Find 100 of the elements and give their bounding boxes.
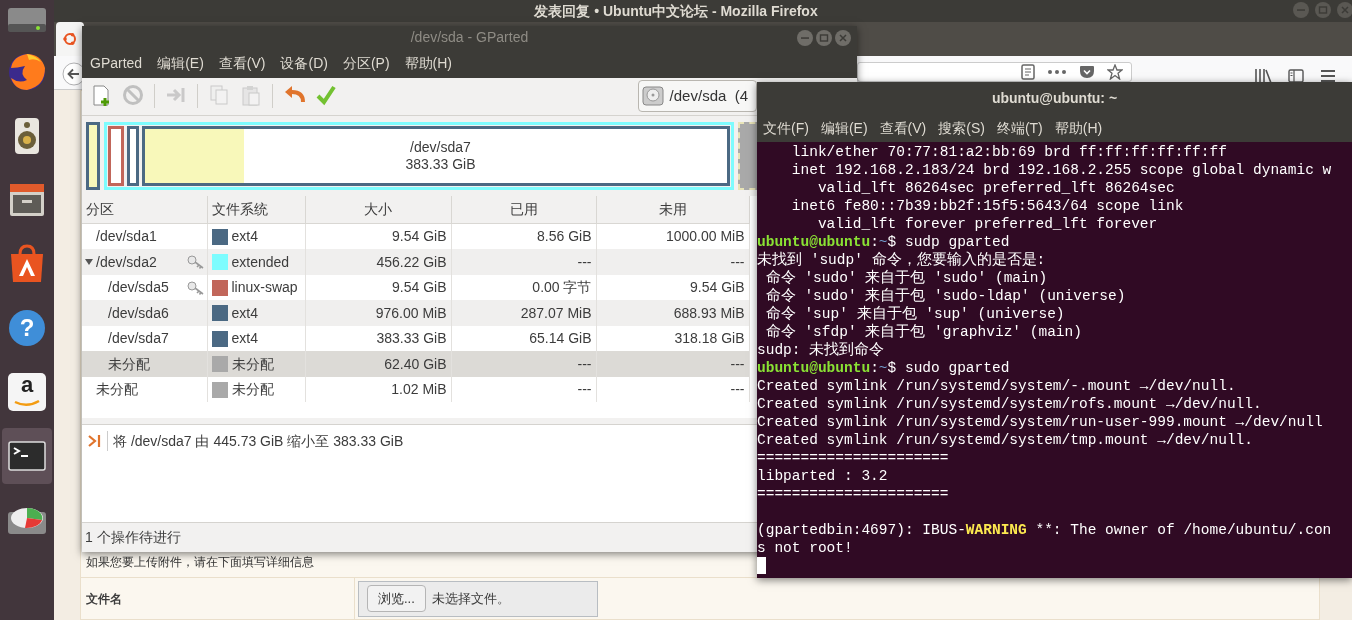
table-cell-text: 未分配 <box>108 354 150 374</box>
table-cell: 287.07 MiB <box>520 304 592 321</box>
text-cursor <box>757 557 766 574</box>
terminal-line: 命令 'sudo' 来自于包 'sudo' (main) <box>764 269 1049 287</box>
menu-item[interactable]: 查看(V) <box>218 52 266 74</box>
partition-block <box>127 125 139 186</box>
terminal-line: ubuntu@ubuntu:~$ sudp gparted <box>757 233 1011 251</box>
terminal-line: Created symlink /run/systemd/system/-.mount →/dev/null. <box>757 377 1237 395</box>
table-cell-text: 未分配 <box>231 354 274 374</box>
terminal-line: 命令 'sudo' 来自于包 'sudo-ldap' (universe) <box>764 287 1127 305</box>
column-header[interactable]: 大小 <box>305 195 451 224</box>
table-cell: --- <box>730 253 745 270</box>
table-cell: 318.18 GiB <box>674 330 745 347</box>
device-selector[interactable]: /dev/sda (4 <box>637 80 757 113</box>
table-cell-text: /dev/sda2 <box>96 252 157 272</box>
table-cell-text: extended <box>231 252 290 272</box>
menu-item[interactable]: 文件(F) <box>763 117 809 139</box>
terminal-line: Created symlink /run/systemd/system/run-user-999.mount →/dev/null <box>757 413 1324 431</box>
table-cell: 0.00 字节 <box>532 279 592 296</box>
terminal-line: (gpartedbin:4697): IBUS-WARNING **: The owner of /home/ubuntu/.con <box>757 521 1333 539</box>
icon-glyph: ? <box>19 316 35 340</box>
table-cell-text: /dev/sda1 <box>96 227 157 247</box>
column-header[interactable]: 文件系统 <box>207 195 305 224</box>
table-cell-text: /dev/sda5 <box>108 278 169 298</box>
icon-glyph: a <box>20 374 34 396</box>
table-cell-text: 未分配 <box>231 380 274 400</box>
terminal-line: 未找到 'sudp' 命令，您要输入的是否是: <box>757 251 1047 269</box>
table-cell-text: ext4 <box>231 303 258 323</box>
column-header[interactable]: 未用 <box>596 195 749 224</box>
table-cell: 1000.00 MiB <box>665 228 745 245</box>
terminal-line: libparted : 3.2 <box>757 467 889 485</box>
table-cell-text: ext4 <box>231 329 258 349</box>
table-cell: 688.93 MiB <box>673 304 745 321</box>
table-cell: --- <box>730 381 745 398</box>
table-row[interactable]: 未分配 未分配 62.40 GiB --- --- <box>82 351 749 377</box>
menu-item[interactable]: 帮助(H) <box>404 52 453 74</box>
menu-item[interactable]: 分区(P) <box>342 52 390 74</box>
terminal-line: ====================== <box>757 449 950 467</box>
arrow-to-bar-icon <box>88 433 102 450</box>
table-row[interactable]: /dev/sda6 ext4 976.00 MiB 287.07 MiB 688.93 MiB <box>82 300 749 326</box>
attachment-hint: 如果您要上传附件，请在下面填写详细信息 <box>86 555 314 569</box>
table-cell: --- <box>577 355 592 372</box>
terminal-line: valid_lft forever preferred_lft forever <box>816 215 1159 233</box>
partition-size: 383.33 GiB <box>405 155 476 173</box>
menu-item[interactable]: 编辑(E) <box>820 117 868 139</box>
table-cell: 976.00 MiB <box>375 304 447 321</box>
table-cell: 9.54 GiB <box>392 228 447 245</box>
table-row[interactable]: /dev/sda2 extended 456.22 GiB --- --- <box>82 249 749 275</box>
terminal-line: ====================== <box>757 485 950 503</box>
operation-text: 将 /dev/sda7 由 445.73 GiB 缩小至 383.33 GiB <box>113 431 404 451</box>
table-cell: 9.54 GiB <box>690 279 745 296</box>
file-status: 未选择文件。 <box>431 589 510 608</box>
reader-view-icon[interactable] <box>1021 64 1035 80</box>
terminal-icon[interactable] <box>2 428 52 484</box>
menu-item[interactable]: 搜索(S) <box>938 117 985 139</box>
partition-block <box>86 121 100 190</box>
sidebar-icon[interactable] <box>1288 68 1304 84</box>
table-cell: 456.22 GiB <box>376 253 447 270</box>
terminal-line: link/ether 70:77:81:a2:bb:69 brd ff:ff:ff:ff:ff:ff <box>790 143 1228 161</box>
table-row[interactable]: 未分配 未分配 1.02 MiB --- --- <box>82 376 749 403</box>
status-text: 1 个操作待进行 <box>85 529 181 545</box>
table-cell-text: 未分配 <box>96 380 138 400</box>
column-header[interactable]: 分区 <box>82 195 207 224</box>
terminal-line: 命令 'sfdp' 来自于包 'graphviz' (main) <box>764 323 1083 341</box>
url-field[interactable] <box>857 62 1132 82</box>
table-cell: 8.56 GiB <box>537 228 592 245</box>
menu-item[interactable]: 终端(T) <box>996 117 1043 139</box>
menu-item[interactable]: 编辑(E) <box>157 52 204 74</box>
window-title: /dev/sda - GParted <box>410 27 529 47</box>
star-icon[interactable] <box>1107 64 1123 80</box>
terminal-line: inet6 fe80::7b39:bb2f:15f5:5643/64 scope link <box>790 197 1185 215</box>
table-cell: 9.54 GiB <box>392 279 447 296</box>
table-cell: 65.14 GiB <box>529 330 592 347</box>
table-cell: 1.02 MiB <box>391 381 447 398</box>
terminal-line: ubuntu@ubuntu:~$ sudo gparted <box>757 359 1011 377</box>
table-cell-text: /dev/sda7 <box>108 329 169 349</box>
menu-item[interactable]: 设备(D) <box>280 52 328 74</box>
table-cell: --- <box>577 381 592 398</box>
more-icon[interactable] <box>1047 69 1067 75</box>
terminal-line: inet 192.168.2.183/24 brd 192.168.2.255 scope global dynamic w <box>790 161 1333 179</box>
menu-item[interactable]: 帮助(H) <box>1054 117 1103 139</box>
partition-block <box>108 125 124 186</box>
terminal-line: s not root! <box>757 539 854 557</box>
pocket-icon[interactable] <box>1079 65 1095 79</box>
table-cell-text: /dev/sda6 <box>108 303 169 323</box>
window-title: ubuntu@ubuntu: ~ <box>991 88 1118 108</box>
table-cell: 62.40 GiB <box>384 355 447 372</box>
circle-of-friends-icon <box>62 31 78 47</box>
table-cell-text: linux-swap <box>231 278 298 298</box>
menu-item[interactable]: 查看(V) <box>879 117 927 139</box>
column-header[interactable]: 已用 <box>451 195 596 224</box>
terminal-line: sudp: 未找到命令 <box>757 341 886 359</box>
menu-item[interactable]: GParted <box>90 52 143 74</box>
menu-icon[interactable] <box>1320 69 1336 83</box>
file-input[interactable]: 浏览... 未选择文件。 <box>358 580 598 617</box>
library-icon[interactable] <box>1254 68 1272 84</box>
browse-button[interactable]: 浏览... <box>367 584 426 613</box>
browser-tab[interactable] <box>56 22 84 56</box>
terminal-line: valid_lft 86264sec preferred_lft 86264sec <box>816 179 1176 197</box>
table-cell: --- <box>577 253 592 270</box>
